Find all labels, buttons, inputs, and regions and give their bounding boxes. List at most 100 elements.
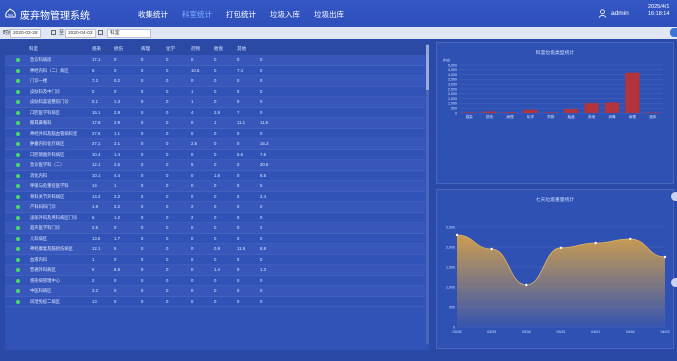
value-cell: 4.4 [114, 172, 120, 178]
value-cell: 6 [92, 67, 95, 73]
column-header[interactable]: 感染 [92, 46, 101, 52]
data-point [594, 241, 597, 245]
table-row[interactable]: 超声医学科门诊 2.5 0 0 0 0 0 0 2 [5, 223, 425, 234]
value-cell: 0 [191, 172, 194, 178]
value-cell: 0 [114, 67, 117, 73]
status-dot-icon [16, 68, 20, 73]
table-row[interactable]: 神经内科（二）病区 6 0 0 0 10.5 0 7.4 0 [5, 66, 425, 76]
value-cell: 0 [191, 193, 194, 199]
value-cell: 0 [114, 88, 117, 94]
column-header[interactable]: 病理 [141, 46, 150, 52]
table-row[interactable]: 消化内科 10.1 4.4 0 0 0 1.6 0 8.5 [5, 171, 425, 181]
value-cell: 0 [237, 256, 240, 262]
column-header[interactable]: 胎盘 [214, 46, 223, 52]
value-cell: 0 [141, 67, 144, 73]
value-cell: 0 [214, 193, 217, 199]
y-tick-label: 3,500 [448, 78, 457, 82]
value-cell: 0 [141, 162, 144, 167]
value-cell: 0 [141, 214, 144, 220]
value-cell: 14.2 [92, 193, 101, 199]
status-dot-icon [16, 268, 20, 272]
value-cell: 0 [141, 193, 144, 199]
value-cell: 27.1 [92, 141, 101, 146]
table-row[interactable]: 泌尿外科及男科病区门诊 6 1.2 0 0 2 0 0 0 [5, 213, 425, 223]
value-cell: 0 [191, 277, 194, 283]
column-header[interactable]: 科室 [29, 46, 38, 52]
table-row[interactable]: 皮肤科及中门诊 0 0 0 0 1 0 0 0 [5, 87, 425, 97]
nav-pack-stats[interactable]: 打包统计 [226, 9, 256, 20]
value-cell: 2.5 [114, 162, 120, 167]
table-row[interactable]: 眼耳鼻喉科 17.8 2.9 0 0 0 1 11.1 11.5 [5, 118, 425, 129]
value-cell: 27.6 [92, 130, 101, 136]
table-row[interactable]: 口腔医学科病区 15.1 2.9 0 0 4 2.5 7 0 [5, 108, 425, 118]
table-row[interactable]: 儿科病区 13.6 1.7 0 0 0 0 0 0 [5, 234, 425, 244]
table-row[interactable]: 神经康复及脑损伤病区 12.1 5 0 0 0 0.9 11.9 8.8 [5, 244, 425, 255]
value-cell: 1.7 [114, 235, 120, 241]
table-row[interactable]: 普通外科病区 6 6.6 0 0 0 1.4 0 1.3 [5, 265, 425, 276]
table-row[interactable]: 感染病管理中心 2 0 0 0 0 0 0 0 [5, 276, 425, 286]
table-row[interactable]: 口腔颌面外科病区 10.4 1.4 0 0 0 0 5.6 7.6 [5, 150, 425, 160]
value-cell: 0 [237, 172, 240, 178]
side-toggle-button[interactable] [670, 28, 677, 37]
value-cell: 0.9 [214, 246, 220, 251]
value-cell: 0 [141, 109, 144, 115]
value-cell: 0 [166, 277, 169, 283]
table-row[interactable]: 风湿免疫二病区 13 0 0 0 0 0 0 0 [5, 297, 425, 307]
value-cell: 0 [141, 256, 144, 262]
nav-waste-inbound[interactable]: 垃圾入库 [270, 9, 300, 20]
value-cell: 7.4 [237, 67, 243, 73]
value-cell: 2.4 [260, 193, 266, 199]
table-row[interactable]: 急诊科病房 17.1 0 0 0 0 0 0 0 [5, 55, 425, 66]
data-point [663, 255, 667, 259]
value-cell: 0 [141, 277, 144, 283]
value-cell: 0 [214, 256, 217, 262]
dept-select[interactable]: 科室 [107, 29, 151, 38]
user-menu[interactable]: admin [598, 9, 629, 18]
table-scrollbar-thumb[interactable] [426, 45, 429, 90]
value-cell: 10.1 [92, 172, 101, 178]
table-row[interactable]: 神经外科及脑血管病科室 27.6 1.1 0 0 0 0 0 0 [5, 129, 425, 139]
value-cell: 0 [166, 109, 169, 115]
value-cell: 0 [141, 120, 144, 125]
filter-bar: 时间: 2020-03-28 至 2020-04-03 科室 [0, 27, 677, 39]
table-row[interactable]: 急诊医学科（二） 12.1 2.5 0 0 6 0 0 20.6 [5, 160, 425, 171]
y-tick-label: 2,500 [446, 225, 455, 229]
table-row[interactable]: 产科妇科门诊 1.9 2.2 0 0 2 0 0 0 [5, 202, 425, 213]
table-row[interactable]: 肿瘤内科化疗病区 27.1 2.1 0 0 2.5 0 0 16.3 [5, 139, 425, 150]
status-dot-icon [16, 142, 20, 146]
column-header[interactable]: 化学 [166, 46, 175, 52]
table-row[interactable]: 门诊一楼 7.2 0.2 0 0 0 0 0 0 [5, 76, 425, 87]
column-header[interactable]: 其他 [237, 46, 246, 52]
current-date: 2025/4/1 [648, 4, 670, 10]
table-row[interactable]: 中医科病区 3.2 0 0 0 0 0 0 0 [5, 286, 425, 297]
nav-waste-outbound[interactable]: 垃圾出库 [314, 9, 344, 20]
column-header[interactable]: 药物 [191, 46, 200, 52]
value-cell: 0 [237, 88, 240, 94]
status-dot-icon [16, 121, 20, 125]
value-cell: 0 [166, 172, 169, 178]
value-cell: 0 [214, 78, 217, 83]
side-handle[interactable] [671, 192, 677, 201]
value-cell: 2.1 [114, 141, 120, 146]
value-cell: 0 [141, 57, 144, 62]
value-cell: 0 [260, 298, 263, 304]
nav-dept-stats[interactable]: 科室统计 [182, 9, 212, 20]
nav-collect-stats[interactable]: 收集统计 [138, 9, 168, 20]
calendar-icon[interactable] [51, 30, 56, 35]
y-tick-label: 4,500 [448, 68, 457, 72]
table-row[interactable]: 呼吸与危重症医学科 14 1 0 0 0 0 0 5 [5, 181, 425, 192]
end-date-input[interactable]: 2020-04-03 [65, 29, 96, 38]
value-cell: 0 [260, 130, 263, 136]
value-cell: 0 [237, 277, 240, 283]
y-tick-label: 3,000 [448, 83, 457, 87]
start-date-input[interactable]: 2020-03-28 [10, 29, 41, 38]
status-dot-icon [16, 205, 20, 209]
x-tick-label: 感染 [466, 114, 474, 119]
side-handle[interactable] [671, 278, 677, 287]
table-row[interactable]: 皮肤科美容整形门诊 0.1 1.3 0 0 1 0 0 0 [5, 97, 425, 108]
value-cell: 0 [237, 78, 240, 83]
table-row[interactable]: 骨科关节外科病区 14.2 2.2 0 0 0 0 0 2.4 [5, 192, 425, 202]
table-row[interactable]: 血液内科 1 0 0 0 0 0 0 0 [5, 255, 425, 265]
calendar-icon[interactable] [98, 30, 103, 35]
column-header[interactable]: 损伤 [114, 46, 123, 52]
